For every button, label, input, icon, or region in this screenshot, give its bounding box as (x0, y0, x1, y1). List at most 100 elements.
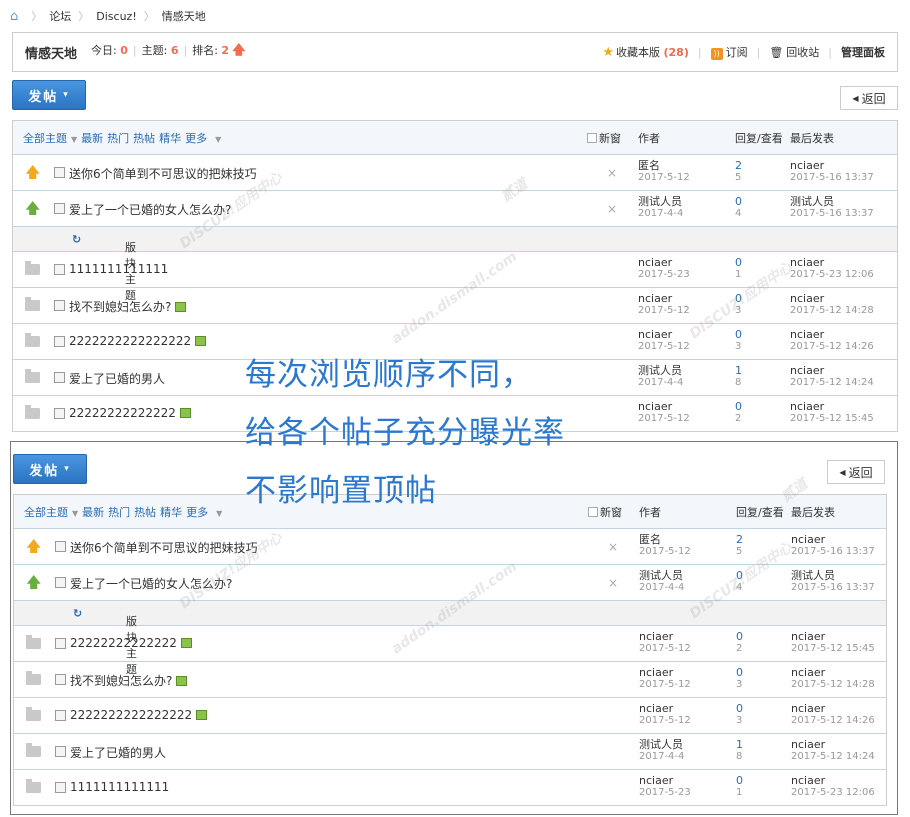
filter-hot[interactable]: 热门 (108, 506, 130, 519)
thread-title[interactable]: 找不到媳妇怎么办? (70, 672, 188, 689)
reply-count[interactable]: 2 (736, 534, 743, 546)
last-poster[interactable]: nciaer (790, 257, 874, 269)
back-button[interactable]: ◀ 返回 (827, 460, 885, 484)
subscribe-link[interactable]: )) 订阅 (710, 44, 748, 60)
thread-title[interactable]: 找不到媳妇怎么办? (69, 298, 187, 315)
last-poster[interactable]: nciaer (791, 631, 875, 643)
filter-more[interactable]: 更多 (186, 506, 208, 519)
last-post-date[interactable]: 2017-5-12 14:28 (790, 305, 874, 317)
new-post-button[interactable]: 发帖 ▾ (12, 80, 86, 110)
author-name[interactable]: 测试人员 (639, 739, 684, 751)
reply-count[interactable]: 0 (735, 401, 742, 413)
filter-hotpost[interactable]: 热帖 (134, 506, 156, 519)
reply-count[interactable]: 1 (736, 739, 743, 751)
thread-checkbox[interactable] (54, 300, 65, 311)
reply-count[interactable]: 0 (736, 570, 743, 582)
refresh-icon[interactable]: ↻ (72, 233, 81, 246)
reply-count[interactable]: 0 (736, 667, 743, 679)
thread-checkbox[interactable] (54, 336, 65, 347)
thread-row[interactable]: 找不到媳妇怎么办? nciaer 2017-5-12 0 3 nciaer 2017-5-1… (13, 288, 897, 324)
unpin-close-icon[interactable]: × (607, 202, 617, 216)
thread-title[interactable]: 2222222222222222 (70, 708, 208, 722)
thread-checkbox[interactable] (55, 710, 66, 721)
last-post-date[interactable]: 2017-5-12 15:45 (791, 643, 875, 655)
author-name[interactable]: nciaer (638, 329, 690, 341)
author-name[interactable]: nciaer (638, 293, 690, 305)
reply-count[interactable]: 0 (735, 329, 742, 341)
filter-latest[interactable]: 最新 (81, 132, 103, 145)
thread-checkbox[interactable] (54, 167, 65, 178)
home-icon[interactable]: ⌂ (10, 9, 18, 24)
filter-more[interactable]: 更多 (185, 132, 207, 145)
thread-title[interactable]: 爱上了一个已婚的女人怎么办? (70, 575, 232, 592)
last-post-date[interactable]: 2017-5-12 14:28 (791, 679, 875, 691)
author-name[interactable]: 匿名 (638, 160, 690, 172)
sticky-thread-row[interactable]: 🡅 爱上了一个已婚的女人怎么办? × 测试人员 2017-4-4 0 4 测试人员 2017-5… (13, 191, 897, 227)
reply-count[interactable]: 2 (735, 160, 742, 172)
thread-checkbox[interactable] (55, 674, 66, 685)
thread-title[interactable]: 爱上了已婚的男人 (69, 370, 165, 387)
last-poster[interactable]: 测试人员 (790, 196, 874, 208)
thread-checkbox[interactable] (55, 782, 66, 793)
thread-checkbox[interactable] (55, 541, 66, 552)
last-poster[interactable]: nciaer (791, 534, 875, 546)
thread-checkbox[interactable] (54, 408, 65, 419)
thread-checkbox[interactable] (54, 203, 65, 214)
sticky-thread-row[interactable]: 🡅 送你6个简单到不可思议的把妹技巧 × 匿名 2017-5-12 2 5 nciaer 201… (13, 155, 897, 191)
thread-checkbox[interactable] (54, 372, 65, 383)
thread-title[interactable]: 爱上了已婚的男人 (70, 744, 166, 761)
last-poster[interactable]: 测试人员 (791, 570, 875, 582)
author-name[interactable]: 测试人员 (639, 570, 684, 582)
thread-checkbox[interactable] (55, 577, 66, 588)
admin-panel-link[interactable]: 管理面板 (841, 44, 885, 60)
thread-checkbox[interactable] (54, 264, 65, 275)
last-post-date[interactable]: 2017-5-16 13:37 (791, 582, 875, 594)
thread-row[interactable]: 2222222222222222 nciaer 2017-5-12 0 3 nciaer 2… (13, 324, 897, 360)
unpin-close-icon[interactable]: × (608, 540, 618, 554)
last-poster[interactable]: nciaer (790, 401, 874, 413)
thread-title[interactable]: 22222222222222 (69, 406, 191, 420)
last-poster[interactable]: nciaer (790, 160, 874, 172)
breadcrumb-forum[interactable]: 论坛 (49, 8, 71, 24)
last-post-date[interactable]: 2017-5-23 12:06 (790, 269, 874, 281)
author-name[interactable]: nciaer (639, 667, 691, 679)
thread-row[interactable]: 1111111111111 nciaer 2017-5-23 0 1 nciaer 2017… (14, 770, 886, 806)
filter-hotpost[interactable]: 热帖 (133, 132, 155, 145)
new-post-button[interactable]: 发帖 ▾ (13, 454, 87, 484)
last-post-date[interactable]: 2017-5-12 14:26 (790, 341, 874, 353)
author-name[interactable]: 测试人员 (638, 196, 683, 208)
last-poster[interactable]: nciaer (791, 775, 875, 787)
reply-count[interactable]: 0 (735, 293, 742, 305)
breadcrumb-discuz[interactable]: Discuz! (96, 10, 136, 23)
author-name[interactable]: nciaer (639, 703, 691, 715)
breadcrumb-current[interactable]: 情感天地 (162, 8, 206, 24)
last-post-date[interactable]: 2017-5-16 13:37 (790, 172, 874, 184)
reply-count[interactable]: 0 (735, 196, 742, 208)
thread-title[interactable]: 1111111111111 (70, 780, 169, 794)
sticky-thread-row[interactable]: 🡅 爱上了一个已婚的女人怎么办? × 测试人员 2017-4-4 0 4 测试人员 2017-5… (14, 565, 886, 601)
reply-count[interactable]: 0 (735, 257, 742, 269)
last-post-date[interactable]: 2017-5-12 14:24 (791, 751, 875, 763)
last-post-date[interactable]: 2017-5-12 14:24 (790, 377, 874, 389)
thread-row[interactable]: 2222222222222222 nciaer 2017-5-12 0 3 nciaer 2… (14, 698, 886, 734)
new-window-toggle[interactable]: 新窗 (587, 130, 621, 146)
back-button[interactable]: ◀ 返回 (840, 86, 898, 110)
author-name[interactable]: 匿名 (639, 534, 691, 546)
author-name[interactable]: nciaer (639, 631, 691, 643)
last-poster[interactable]: nciaer (790, 293, 874, 305)
filter-digest[interactable]: 精华 (159, 132, 181, 145)
author-name[interactable]: nciaer (638, 257, 690, 269)
thread-row[interactable]: 1111111111111 nciaer 2017-5-23 0 1 nciaer 2017… (13, 252, 897, 288)
thread-checkbox[interactable] (55, 746, 66, 757)
last-poster[interactable]: nciaer (790, 365, 874, 377)
thread-title[interactable]: 送你6个简单到不可思议的把妹技巧 (69, 165, 257, 182)
thread-title[interactable]: 1111111111111 (69, 262, 168, 276)
col-replies[interactable]: 回复/查看 (736, 504, 784, 520)
thread-row[interactable]: 22222222222222 nciaer 2017-5-12 0 2 nciaer 201… (14, 626, 886, 662)
thread-row[interactable]: 找不到媳妇怎么办? nciaer 2017-5-12 0 3 nciaer 2017-5-1… (14, 662, 886, 698)
unpin-close-icon[interactable]: × (608, 576, 618, 590)
last-post-date[interactable]: 2017-5-12 14:26 (791, 715, 875, 727)
reply-count[interactable]: 0 (736, 775, 743, 787)
favorite-link[interactable]: ★ 收藏本版 (28) (602, 44, 689, 60)
filter-hot[interactable]: 热门 (107, 132, 129, 145)
